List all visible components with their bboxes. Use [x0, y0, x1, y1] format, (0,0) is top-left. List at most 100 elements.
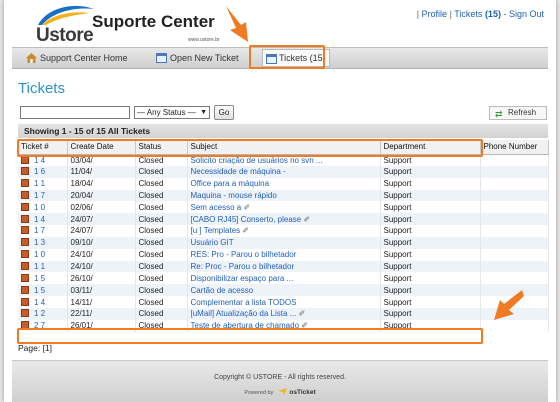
ticket-number-link[interactable]: 1 5 [18, 284, 68, 297]
subject-link[interactable]: Sem acesso a ✐ [187, 201, 381, 214]
subject-link[interactable]: Necessidade de máquina - [187, 165, 381, 178]
ticket-icon [21, 214, 29, 223]
subject-text: Cartão de acesso [190, 285, 254, 295]
header-links: | Profile | Tickets (15) - Sign Out [417, 9, 544, 19]
status-cell: Closed [135, 165, 188, 178]
ticket-number: 1 0 [34, 202, 46, 212]
nav-item-label: Support Center Home [40, 53, 128, 63]
search-input[interactable] [20, 106, 130, 119]
ticket-icon [21, 285, 29, 294]
status-cell: Closed [135, 307, 188, 320]
subject-link[interactable]: [uMail] Atualização da Lista ... ✐ [187, 307, 381, 320]
ticket-number: 1 7 [34, 190, 46, 200]
status-cell: Closed [135, 177, 188, 190]
links-separator: | [449, 9, 452, 19]
ticket-number-link[interactable]: 1 0 [18, 248, 68, 261]
ticket-icon [21, 309, 29, 318]
powered-by-label: Powered by [244, 390, 274, 396]
phone-cell [480, 213, 549, 226]
subject-text: Maquina - mouse rápido [190, 190, 277, 200]
subject-text: [uMail] Atualização da Lista ... [190, 309, 297, 319]
ticket-number-link[interactable]: 1 2 [18, 307, 68, 320]
department-cell: Support [380, 177, 481, 190]
ticket-number-link[interactable]: 1 1 [18, 177, 68, 190]
ticket-number-link[interactable]: 1 1 [18, 260, 68, 273]
sign-out-link[interactable]: Sign Out [509, 9, 544, 19]
ticket-number: 1 7 [34, 226, 46, 236]
annotation-highlight-box [17, 328, 483, 344]
ticket-number-link[interactable]: 1 5 [18, 272, 68, 285]
subject-link[interactable]: Usuário GIT [187, 236, 381, 249]
page-title: Tickets [18, 80, 65, 97]
status-select[interactable]: — Any Status — ▼ [134, 106, 210, 119]
subject-link[interactable]: Maquina - mouse rápido [187, 189, 381, 202]
subject-link[interactable]: Complementar a lista TODOS [187, 296, 381, 308]
department-cell: Support [380, 296, 481, 308]
ticket-icon [21, 262, 29, 271]
nav-item-home[interactable]: Support Center Home [24, 48, 128, 68]
logo-text: Ustore [36, 25, 94, 46]
subject-text: Solicito criação de usuários no svn ... [190, 155, 323, 165]
department-cell: Support [380, 272, 481, 285]
subject-link[interactable]: Disponibilizar espaço para ... [187, 272, 381, 285]
department-cell: Support [380, 165, 481, 178]
subject-text: Necessidade de máquina - [190, 167, 286, 177]
tickets-table-body: 1 4 03/04/Closed Solicito criação de usuár… [18, 154, 549, 332]
page: Ustore Suporte Center www.ustore.br | Pr… [4, 0, 556, 402]
ticket-number-link[interactable]: 1 6 [18, 165, 68, 178]
tickets-link-label: Tickets [454, 9, 485, 19]
subject-text: [CABO RJ45] Conserto, please [190, 214, 302, 224]
links-separator: | [416, 9, 420, 19]
copyright-text: Copyright © USTORE - All rights reserved… [214, 374, 346, 381]
status-cell: Closed [135, 296, 188, 308]
department-cell: Support [380, 213, 481, 226]
subject-link[interactable]: [CABO RJ45] Conserto, please ✐ [187, 213, 381, 226]
column-header-phone[interactable]: Phone Number [480, 140, 549, 155]
ticket-number-link[interactable]: 1 7 [18, 189, 68, 202]
chevron-down-icon: ▼ [200, 109, 207, 116]
ticket-number-link[interactable]: 1 3 [18, 236, 68, 249]
phone-cell [480, 272, 549, 285]
new-ticket-icon [156, 53, 167, 63]
subject-link[interactable]: Cartão de acesso [187, 284, 381, 297]
powered-by[interactable]: Powered by osTicket [12, 388, 548, 396]
refresh-icon: ⇄ [495, 109, 503, 119]
table-row: 1 0 24/10/Closed RES: Pro - Parou o bilhet… [18, 248, 549, 261]
site-title: Suporte Center [92, 12, 215, 31]
go-button[interactable]: Go [214, 105, 234, 120]
department-cell: Support [380, 236, 481, 249]
create-date-cell: 03/11/ [67, 284, 136, 297]
subject-link[interactable]: Re: Proc - Parou o bilhetador [187, 260, 381, 273]
phone-cell [480, 260, 549, 273]
ticket-number-link[interactable]: 1 4 [18, 296, 68, 308]
refresh-button[interactable]: ⇄ Refresh [489, 106, 547, 120]
tickets-link[interactable]: Tickets (15) [454, 9, 501, 19]
ticket-number-link[interactable]: 1 4 [18, 213, 68, 226]
status-cell: Closed [135, 236, 188, 249]
subject-link[interactable]: Office para a máquina [187, 177, 381, 190]
table-row: 1 1 18/04/Closed Office para a máquina Supp… [18, 177, 549, 190]
subject-link[interactable]: [u ] Templates ✐ [187, 225, 381, 237]
table-row: 1 7 20/04/Closed Maquina - mouse rápido Sup… [18, 189, 549, 202]
table-row: 1 3 09/10/Closed Usuário GIT Support [18, 236, 549, 249]
phone-cell [480, 165, 549, 178]
logo[interactable]: Ustore [20, 3, 94, 46]
ticket-number: 1 2 [34, 309, 46, 319]
nav-item-open-new-ticket[interactable]: Open New Ticket [154, 48, 239, 68]
profile-link[interactable]: Profile [422, 9, 448, 19]
ticket-number-link[interactable]: 1 7 [18, 225, 68, 237]
status-cell: Closed [135, 213, 188, 226]
ticket-number-link[interactable]: 1 0 [18, 201, 68, 214]
create-date-cell: 24/10/ [67, 248, 136, 261]
phone-cell [480, 201, 549, 214]
attachment-icon: ✐ [303, 214, 311, 224]
table-row: 1 5 26/10/Closed Disponibilizar espaço par… [18, 272, 549, 285]
subject-link[interactable]: RES: Pro - Parou o bilhetador [187, 248, 381, 261]
status-cell: Closed [135, 248, 188, 261]
create-date-cell: 09/10/ [67, 236, 136, 249]
ticket-icon [21, 238, 29, 247]
status-select-value: — Any Status — [137, 108, 196, 117]
ticket-icon [21, 297, 29, 306]
phone-cell [480, 236, 549, 249]
table-row: 1 2 22/11/Closed [uMail] Atualização da Li… [18, 307, 549, 320]
